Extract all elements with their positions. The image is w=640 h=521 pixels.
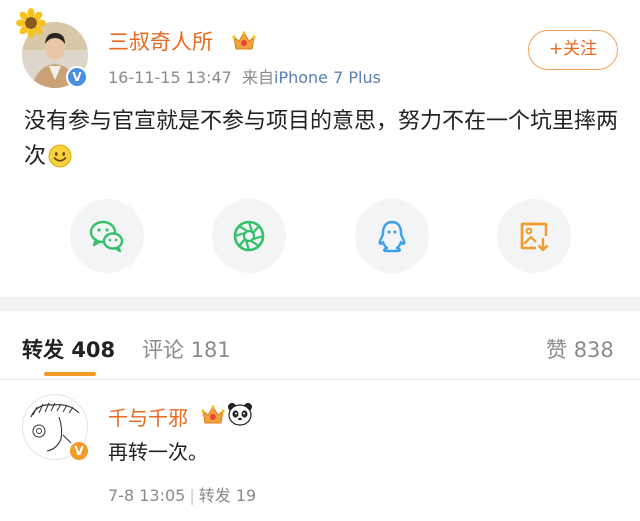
sunflower-icon <box>16 8 46 38</box>
wechat-icon <box>89 220 124 253</box>
repost-time: 7-8 13:05 <box>108 486 186 505</box>
tab-bar-divider <box>0 379 640 380</box>
smile-emoji-icon <box>48 144 72 168</box>
repost-meta: 7-8 13:05 | 转发 19 <box>108 482 256 506</box>
share-qq-button[interactable] <box>355 199 429 273</box>
repost-count: 19 <box>235 486 257 505</box>
post-source[interactable]: iPhone 7 Plus <box>274 68 381 87</box>
follow-button[interactable]: +关注 <box>528 30 618 70</box>
moments-icon <box>233 220 265 252</box>
tab-repost-label: 转发 <box>22 338 64 362</box>
reposter-verified-badge-icon: V <box>68 440 90 462</box>
tab-comment-count: 181 <box>190 338 231 362</box>
tab-active-indicator <box>44 372 96 376</box>
tab-comment[interactable]: 评论 181 <box>142 334 231 364</box>
post-text-block: 没有参与官宣就是不参与项目的意思，努力不在一个坑里摔两次 <box>24 104 624 174</box>
tab-comment-label: 评论 <box>142 338 184 362</box>
meta-separator: | <box>189 486 195 505</box>
post-meta: 16-11-15 13:47 来自iPhone 7 Plus <box>108 64 381 88</box>
share-moments-button[interactable] <box>212 199 286 273</box>
post-text: 没有参与官宣就是不参与项目的意思，努力不在一个坑里摔两次 <box>24 109 619 169</box>
share-wechat-button[interactable] <box>70 199 144 273</box>
repost-link[interactable]: 转发 19 <box>199 486 256 505</box>
qq-icon <box>378 220 406 253</box>
tab-like-label: 赞 <box>546 338 567 362</box>
tab-repost-count: 408 <box>71 338 116 362</box>
save-image-button[interactable] <box>497 199 571 273</box>
author-name[interactable]: 三叔奇人所 <box>108 26 213 56</box>
crown-badge-icon <box>232 30 256 52</box>
tab-like-count: 838 <box>573 338 614 362</box>
save-image-icon <box>520 222 549 252</box>
repost-label: 转发 <box>198 486 231 505</box>
source-prefix: 来自 <box>242 68 275 87</box>
reposter-name[interactable]: 千与千邪 <box>108 402 188 431</box>
tab-repost[interactable]: 转发 408 <box>22 334 115 364</box>
repost-text: 再转一次。 <box>108 440 208 464</box>
post-timestamp: 16-11-15 13:47 <box>108 68 232 87</box>
verified-badge-icon: V <box>66 66 88 88</box>
panda-icon <box>227 402 253 426</box>
tab-like[interactable]: 赞 838 <box>546 334 614 364</box>
section-divider <box>0 297 640 311</box>
crown-badge-icon <box>201 404 225 426</box>
